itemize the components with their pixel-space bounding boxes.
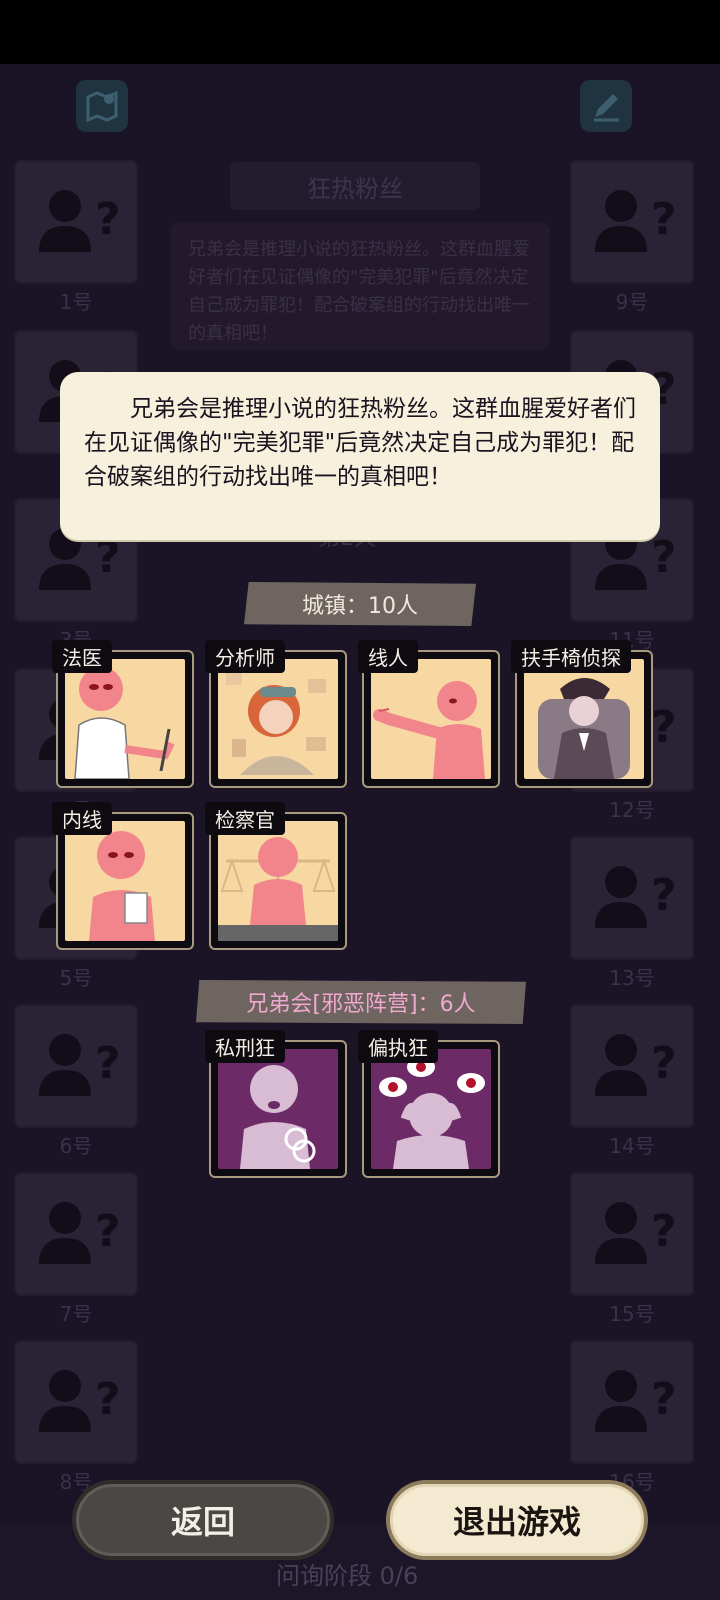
role-card-prosecutor[interactable]: 检察官 [205,802,347,950]
seat-7[interactable]: ? 7号 [14,1172,138,1327]
informant-art [371,659,491,779]
seat-6[interactable]: ? 6号 [14,1004,138,1159]
seat-number: 12号 [609,798,655,822]
tooltip-text: 兄弟会是推理小说的狂热粉丝。这群血腥爱好者们在见证偶像的"完美犯罪"后竟然决定自… [84,396,636,490]
vigilante-figure-icon [240,1065,316,1169]
analyst-art [218,659,338,779]
svg-text:?: ? [651,702,677,753]
seat-number: 6号 [59,1134,93,1158]
seat-tile: ? [570,1172,694,1296]
analyst-portrait-icon [226,673,326,775]
role-name: 法医 [52,640,112,673]
unknown-player-icon: ? [595,1370,677,1432]
seat-14[interactable]: ? 14号 [570,1004,694,1159]
role-name: 检察官 [205,802,285,835]
coroner-art [65,659,185,779]
unknown-player-icon: ? [39,1370,121,1432]
svg-text:?: ? [651,194,677,245]
status-bar [0,0,720,64]
seat-tile: ? [14,1004,138,1128]
seat-tile: ? [14,160,138,284]
seat-number: 13号 [609,966,655,990]
unknown-player-icon: ? [39,1034,121,1096]
seat-number: 14号 [609,1134,655,1158]
role-description-tooltip: 兄弟会是推理小说的狂热粉丝。这群血腥爱好者们在见证偶像的"完美犯罪"后竟然决定自… [60,372,660,540]
role-card-armchair-detective[interactable]: 扶手椅侦探 [511,640,653,788]
town-faction-header: 城镇：10人 [244,582,476,626]
seat-tile: ? [570,1004,694,1128]
informant-figure-icon [373,681,485,779]
phase-label: 问询阶段 0/6 [276,1562,419,1590]
role-card-paranoid[interactable]: 偏执狂 [358,1030,500,1178]
prosecutor-figure-icon [218,837,338,941]
seat-tile: ? [14,1172,138,1296]
svg-text:?: ? [651,532,677,583]
role-name: 线人 [358,640,418,673]
seat-tile: ? [570,1340,694,1464]
svg-text:?: ? [95,194,121,245]
pen-icon [594,94,619,122]
prosecutor-art [218,821,338,941]
seat-13[interactable]: ? 13号 [570,836,694,991]
role-name: 内线 [52,802,112,835]
role-card-vigilante[interactable]: 私刑狂 [205,1030,347,1178]
map-icon [86,90,118,123]
unknown-player-icon: ? [595,866,677,928]
role-description-dimmed: 兄弟会是推理小说的狂热粉丝。这群血腥爱好者们在见证偶像的"完美犯罪"后竟然决定自… [170,222,550,350]
svg-text:?: ? [651,870,677,921]
svg-text:?: ? [95,1038,121,1089]
role-title-dimmed: 狂热粉丝 [230,162,480,210]
svg-text:?: ? [95,1206,121,1257]
unknown-player-icon: ? [39,1202,121,1264]
svg-text:?: ? [95,1374,121,1425]
unknown-player-icon: ? [39,190,121,252]
insider-art [65,821,185,941]
role-name: 分析师 [205,640,285,673]
role-name: 偏执狂 [358,1030,438,1063]
armchair-detective-art [524,659,644,779]
unknown-player-icon: ? [595,1202,677,1264]
seat-number: 9号 [615,290,649,314]
seat-15[interactable]: ? 15号 [570,1172,694,1327]
seat-tile: ? [570,836,694,960]
seat-1[interactable]: ? 1号 [14,160,138,315]
unknown-player-icon: ? [595,190,677,252]
seat-9[interactable]: ? 9号 [570,160,694,315]
paranoid-figure-icon [379,1057,485,1169]
seat-tile: ? [14,1340,138,1464]
role-card-informant[interactable]: 线人 [358,640,500,788]
role-card-insider[interactable]: 内线 [52,802,194,950]
evil-faction-header: 兄弟会[邪恶阵营]：6人 [196,980,526,1024]
svg-text:?: ? [651,1038,677,1089]
role-card-analyst[interactable]: 分析师 [205,640,347,788]
back-button[interactable]: 返回 [72,1480,334,1560]
exit-game-button[interactable]: 退出游戏 [386,1480,648,1560]
notes-button[interactable] [580,80,632,132]
svg-text:?: ? [651,1206,677,1257]
seat-8[interactable]: ? 8号 [14,1340,138,1495]
role-name: 扶手椅侦探 [511,640,631,673]
seat-16[interactable]: ? 16号 [570,1340,694,1495]
svg-text:?: ? [651,1374,677,1425]
seat-number: 15号 [609,1302,655,1326]
map-button[interactable] [76,80,128,132]
vigilante-art [218,1049,338,1169]
armchair-detective-icon [538,678,630,779]
role-name: 私刑狂 [205,1030,285,1063]
role-card-coroner[interactable]: 法医 [52,640,194,788]
unknown-player-icon: ? [595,1034,677,1096]
seat-number: 7号 [59,1302,93,1326]
coroner-figure-icon [74,667,175,779]
seat-number: 1号 [59,290,93,314]
seat-number: 5号 [59,966,93,990]
insider-figure-icon [89,831,155,941]
paranoid-art [371,1049,491,1169]
seat-tile: ? [570,160,694,284]
